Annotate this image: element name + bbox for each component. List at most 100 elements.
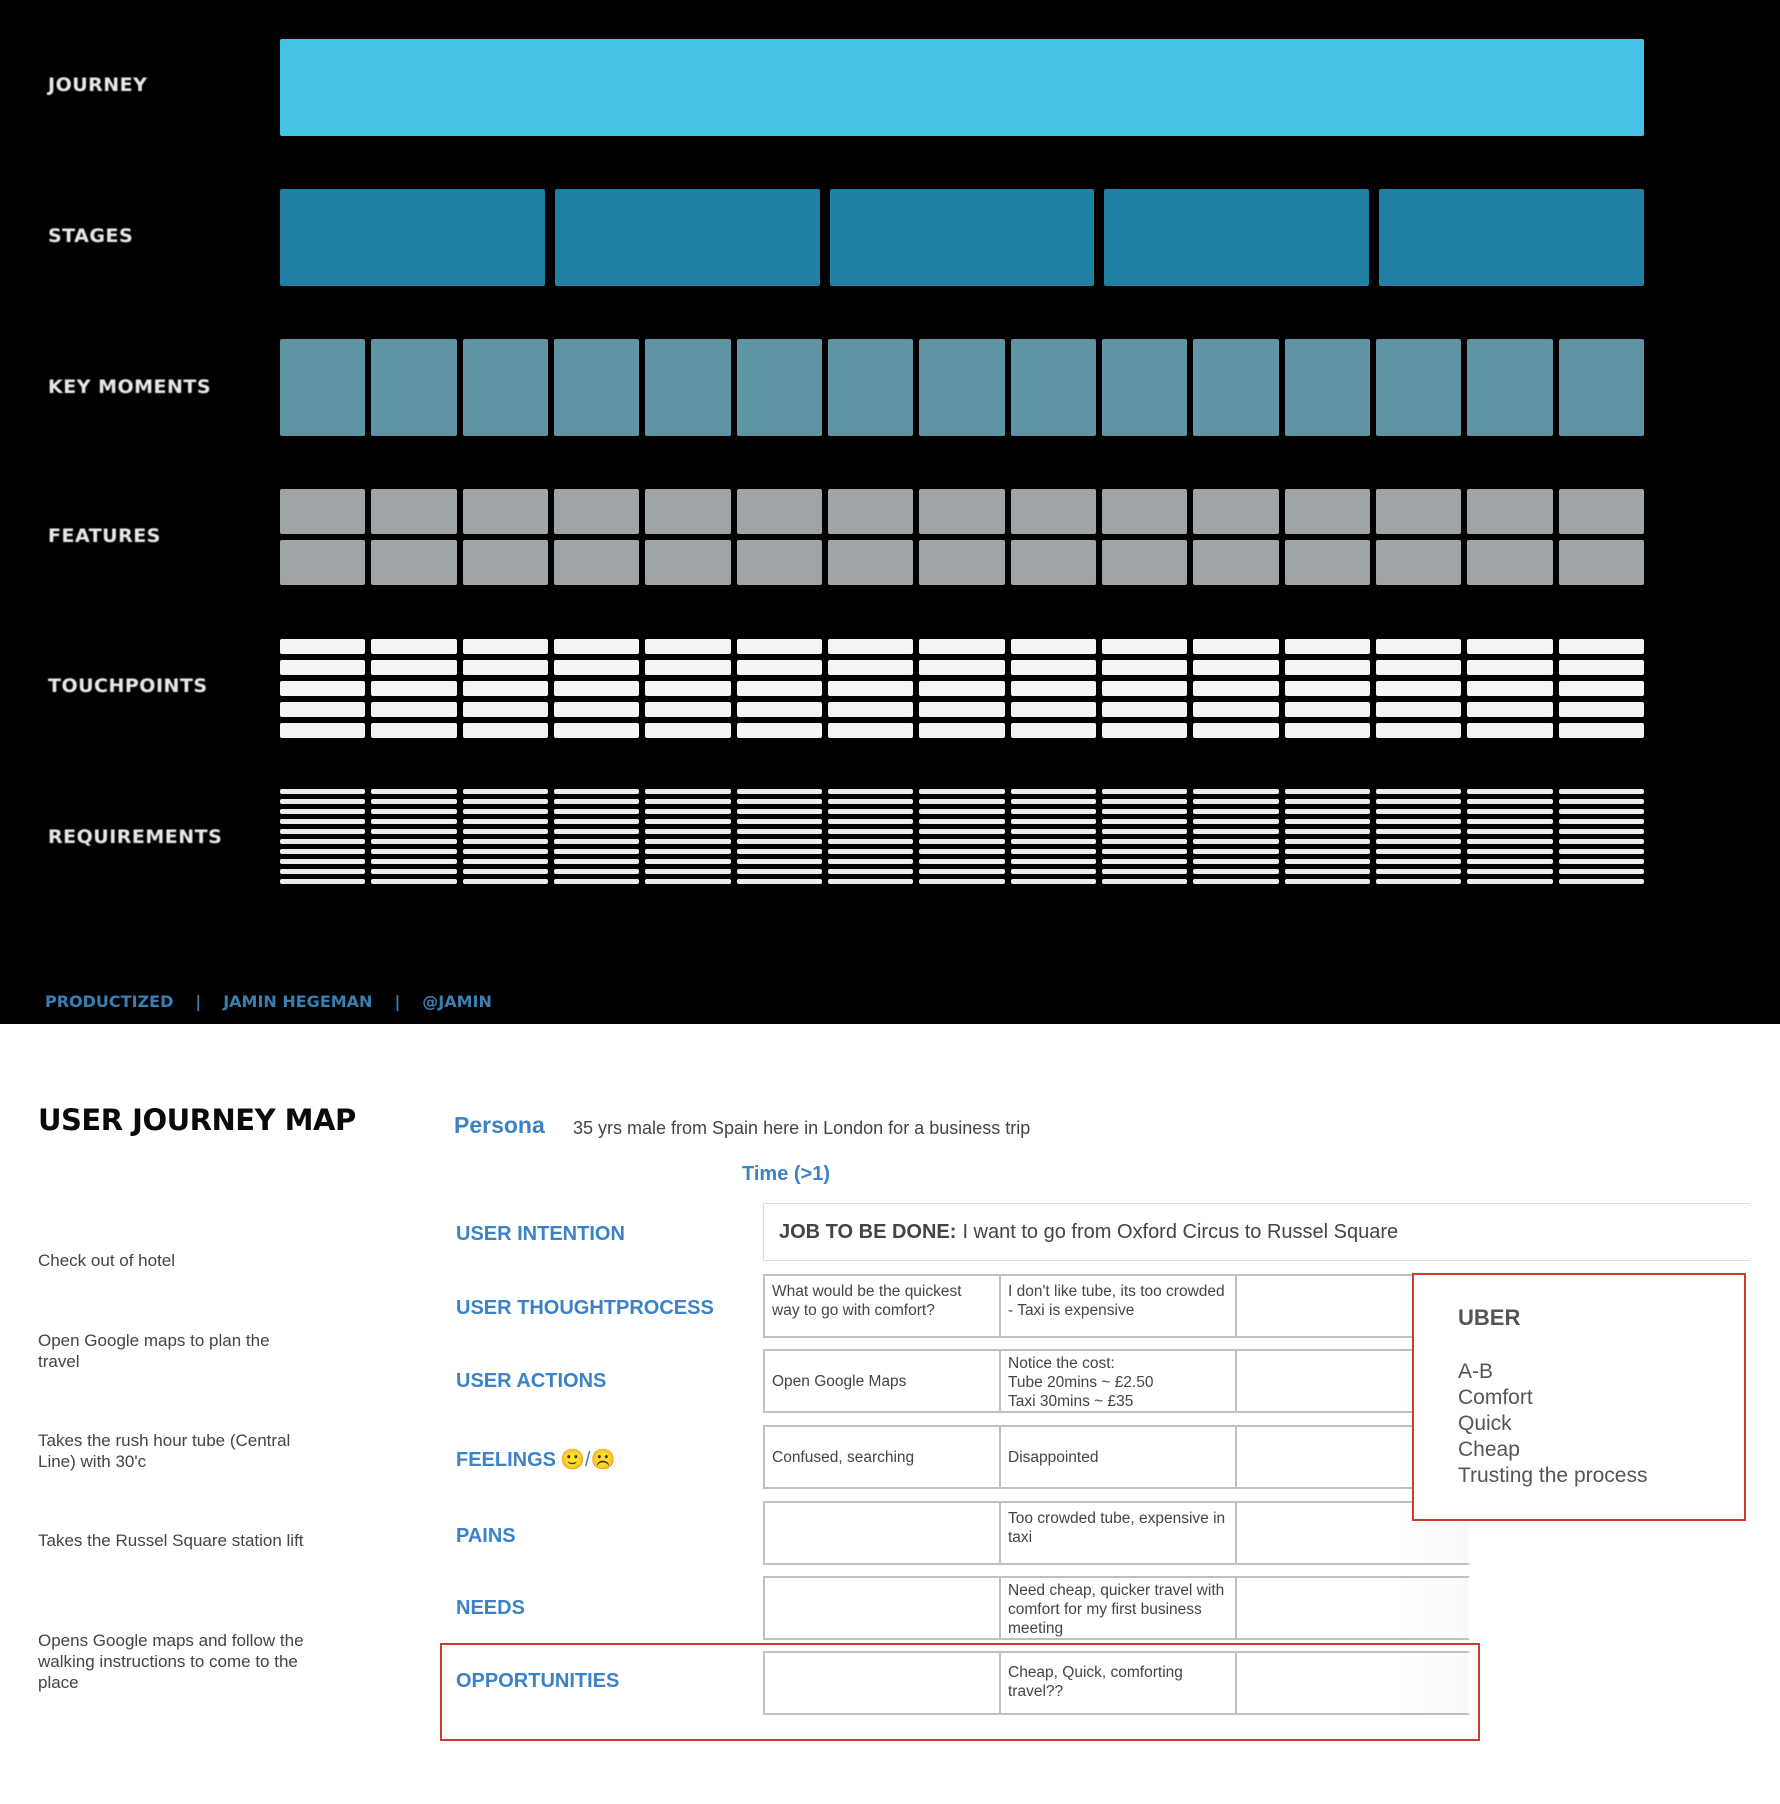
requirement-block (371, 809, 457, 814)
requirement-block (1376, 839, 1462, 844)
requirement-block (1010, 849, 1096, 854)
requirement-block (280, 879, 366, 884)
footer-separator: | (394, 992, 401, 1011)
requirement-block (1467, 869, 1553, 874)
requirement-block (371, 869, 457, 874)
requirement-block (828, 839, 914, 844)
touchpoint-block (280, 723, 366, 738)
key-moment-block (1010, 339, 1096, 436)
requirement-block (280, 799, 366, 804)
row-label-needs: NEEDS (456, 1597, 525, 1619)
key-moment-block (371, 339, 457, 436)
requirement-block (1193, 809, 1279, 814)
requirement-block (280, 809, 366, 814)
requirement-block (280, 849, 366, 854)
requirement-block (280, 789, 366, 794)
feature-block (736, 540, 822, 585)
label-features: FEATURES (48, 525, 161, 547)
requirement-block (1558, 859, 1644, 864)
requirement-block (1010, 789, 1096, 794)
footer-separator: | (195, 992, 202, 1011)
requirement-block (828, 869, 914, 874)
label-stages: STAGES (48, 225, 134, 247)
persona-label: Persona (454, 1112, 545, 1138)
requirement-block (1467, 789, 1553, 794)
requirement-block (1558, 799, 1644, 804)
jtbd-label: JOB TO BE DONE: (779, 1220, 957, 1243)
feature-block (1193, 489, 1279, 534)
stage-block (829, 189, 1095, 286)
requirement-block (280, 859, 366, 864)
requirement-block (554, 829, 640, 834)
requirement-block (1010, 819, 1096, 824)
touchpoint-block (462, 660, 548, 675)
label-key-moments: KEY MOMENTS (48, 376, 212, 398)
requirement-block (736, 789, 822, 794)
requirement-block (1284, 809, 1370, 814)
touchpoint-block (554, 681, 640, 696)
requirement-block (1376, 879, 1462, 884)
key-moment-block (1467, 339, 1553, 436)
requirement-block (736, 799, 822, 804)
requirement-block (645, 879, 731, 884)
feature-block (1558, 489, 1644, 534)
label-journey: JOURNEY (48, 74, 148, 96)
feature-block (736, 489, 822, 534)
requirement-block (1102, 799, 1188, 804)
touchpoint-block (1467, 681, 1553, 696)
touchpoint-block (1558, 702, 1644, 717)
requirement-block (645, 799, 731, 804)
touchpoint-block (1284, 702, 1370, 717)
feature-block (645, 540, 731, 585)
requirement-block (371, 789, 457, 794)
uber-item: Quick (1458, 1412, 1512, 1435)
requirement-block (462, 839, 548, 844)
touchpoint-block (1010, 639, 1096, 654)
touchpoint-block (371, 723, 457, 738)
touchpoint-block (462, 702, 548, 717)
feelings-label-text: FEELINGS (456, 1449, 557, 1471)
touchpoint-block (828, 639, 914, 654)
feature-block (919, 489, 1005, 534)
feature-block (1010, 489, 1096, 534)
touchpoint-block (1467, 702, 1553, 717)
label-touchpoints: TOUCHPOINTS (48, 675, 208, 697)
requirement-block (280, 819, 366, 824)
requirement-block (1467, 859, 1553, 864)
requirement-block (1102, 829, 1188, 834)
requirement-block (828, 849, 914, 854)
feature-block (554, 540, 640, 585)
requirement-block (1193, 839, 1279, 844)
touchpoint-block (1102, 723, 1188, 738)
uber-title: UBER (1458, 1305, 1521, 1330)
feature-block (1467, 489, 1553, 534)
feature-block (1467, 540, 1553, 585)
requirement-block (1102, 789, 1188, 794)
feature-block (371, 489, 457, 534)
touchpoint-block (1284, 723, 1370, 738)
feature-block (1010, 540, 1096, 585)
cell-feelings-2: Disappointed (999, 1425, 1237, 1489)
feature-block (828, 540, 914, 585)
requirement-block (1193, 879, 1279, 884)
requirement-block (1376, 859, 1462, 864)
requirement-block (736, 869, 822, 874)
requirement-block (371, 859, 457, 864)
requirement-block (1284, 849, 1370, 854)
requirement-block (554, 819, 640, 824)
touchpoint-block (1558, 660, 1644, 675)
row-label-actions: USER ACTIONS (456, 1370, 607, 1392)
footer-item: @JAMIN (422, 992, 492, 1011)
requirement-block (1284, 879, 1370, 884)
touchpoint-block (1284, 660, 1370, 675)
requirement-block (1010, 869, 1096, 874)
stage-block (280, 189, 545, 286)
cell-actions-1: Open Google Maps (763, 1349, 1001, 1413)
requirement-block (1102, 809, 1188, 814)
touchpoint-block (371, 681, 457, 696)
requirement-block (1102, 869, 1188, 874)
touchpoint-block (1467, 723, 1553, 738)
cell-needs-1 (763, 1576, 1001, 1640)
requirement-block (919, 809, 1005, 814)
label-requirements: REQUIREMENTS (48, 826, 223, 848)
